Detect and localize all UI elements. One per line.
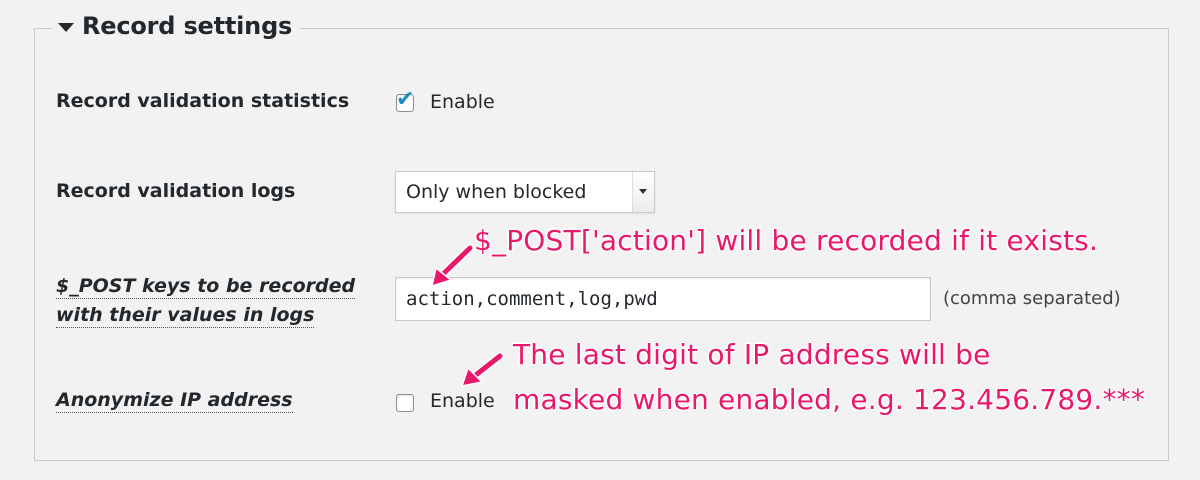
post-keys-label-line2: with their values in logs [56,304,315,328]
anonymize-label: Anonymize IP address [56,389,293,413]
checkmark-icon: ✔ [396,87,415,112]
stats-checkbox-label[interactable]: Enable [430,91,495,113]
post-keys-input[interactable] [395,277,931,321]
stats-label: Record validation statistics [56,90,350,112]
logs-select-value: Only when blocked [406,181,587,203]
logs-select[interactable]: Only when blocked [395,171,655,213]
record-settings-page: Record settings Record validation statis… [0,0,1200,480]
stats-checkbox[interactable]: ✔ [396,89,414,112]
ip-note-annotation-line2: masked when enabled, e.g. 123.456.789.**… [513,383,1146,416]
chevron-down-icon [639,189,647,194]
anonymize-checkbox-label[interactable]: Enable [430,390,495,412]
triangle-down-icon[interactable] [58,22,74,32]
anonymize-checkbox[interactable] [396,394,414,412]
anonymize-label-text: Anonymize IP address [56,389,293,413]
select-arrow[interactable] [632,172,654,212]
post-keys-label-line1: $_POST keys to be recorded [56,275,356,299]
section-header[interactable]: Record settings [52,8,301,44]
ip-note-annotation-line1: The last digit of IP address will be [513,338,991,371]
post-keys-hint: (comma separated) [943,288,1121,309]
post-keys-label: $_POST keys to be recorded with their va… [56,272,356,330]
section-title: Record settings [82,12,293,40]
logs-label: Record validation logs [56,180,296,202]
post-note-annotation: $_POST['action'] will be recorded if it … [474,224,1099,257]
